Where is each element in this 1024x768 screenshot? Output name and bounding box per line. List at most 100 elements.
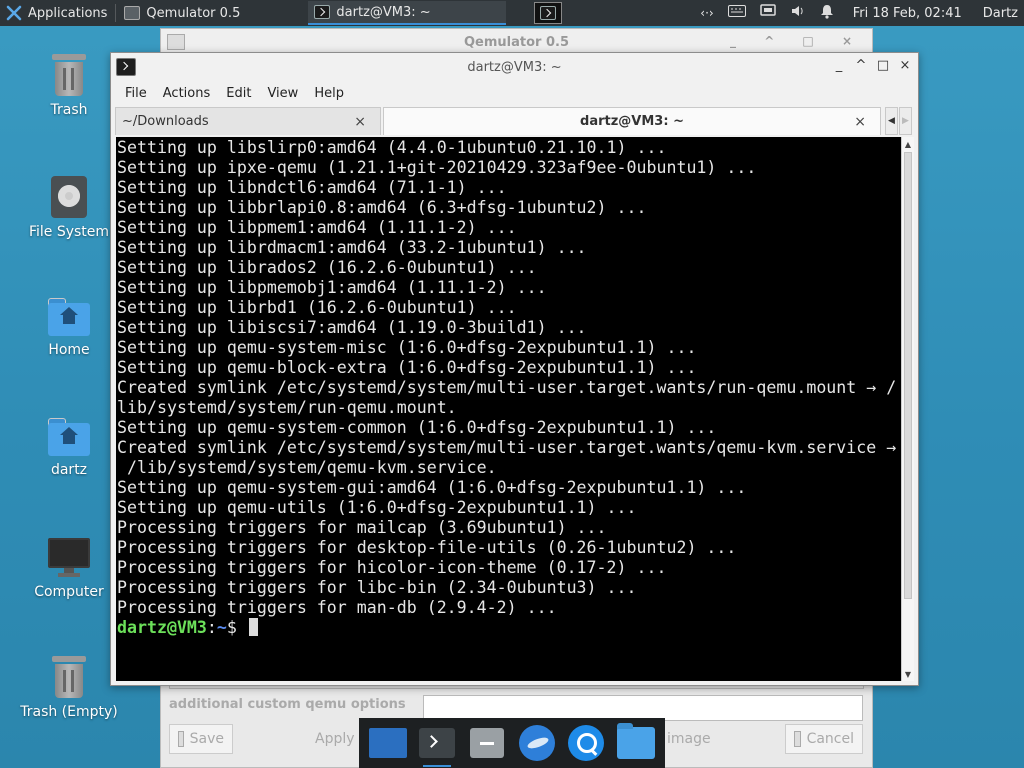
- terminal-line: Setting up qemu-system-common (1:6.0+dfs…: [117, 418, 717, 437]
- tab-close-icon[interactable]: ×: [354, 114, 366, 130]
- network-icon[interactable]: ‹·›: [700, 6, 713, 20]
- web-browser-icon: [518, 725, 555, 761]
- folder-icon: [617, 723, 656, 759]
- scroll-up-icon[interactable]: ▲: [902, 137, 914, 151]
- dock-show-desktop[interactable]: [368, 723, 408, 763]
- shade-button[interactable]: ^: [854, 59, 868, 73]
- desktop-icon-trash[interactable]: Trash: [14, 54, 124, 118]
- system-tray: ‹·› Fri 18 Feb, 02:41 Dartz: [693, 0, 1024, 26]
- terminal-titlebar[interactable]: dartz@VM3: ~ _ ^ □ ×: [111, 53, 918, 81]
- terminal-line: Setting up libbrlapi0.8:amd64 (6.3+dfsg-…: [117, 198, 647, 217]
- terminal-line: Setting up librdmacm1:amd64 (33.2-1ubunt…: [117, 238, 587, 257]
- minimize-button[interactable]: _: [832, 59, 846, 73]
- desktop-icon-dartz[interactable]: dartz: [14, 418, 124, 478]
- app-finder-icon: [568, 725, 605, 761]
- terminal-line: Setting up qemu-utils (1:6.0+dfsg-2expub…: [117, 498, 637, 517]
- tab-close-icon[interactable]: ×: [854, 114, 866, 130]
- user-menu[interactable]: Dartz: [983, 6, 1018, 21]
- home-folder-icon: [48, 298, 90, 336]
- menu-actions[interactable]: Actions: [155, 86, 219, 101]
- applications-label: Applications: [28, 5, 108, 21]
- tab-downloads[interactable]: ~/Downloads ×: [115, 107, 381, 135]
- dock-web-browser[interactable]: [517, 723, 557, 763]
- menu-help[interactable]: Help: [306, 86, 352, 101]
- maximize-button[interactable]: □: [876, 59, 890, 73]
- xfce-logo-icon: [6, 5, 22, 21]
- cancel-label: Cancel: [806, 731, 854, 747]
- dock-terminal[interactable]: [417, 723, 457, 767]
- applications-menu[interactable]: Applications: [0, 0, 113, 26]
- terminal-line: Processing triggers for libc-bin (2.34-0…: [117, 578, 637, 597]
- terminal-line: Setting up librados2 (16.2.6-0ubuntu1) .…: [117, 258, 537, 277]
- desktop-icon-label: Computer: [34, 584, 104, 600]
- terminal-line: Created symlink /etc/systemd/system/mult…: [117, 438, 897, 457]
- terminal-line: Setting up qemu-block-extra (1:6.0+dfsg-…: [117, 358, 697, 377]
- prompt-separator: :: [206, 618, 217, 637]
- dock-file-manager[interactable]: [467, 723, 507, 763]
- scrollbar-thumb[interactable]: [904, 152, 912, 599]
- save-button[interactable]: Save: [169, 724, 233, 754]
- terminal-line: Processing triggers for man-db (2.9.4-2)…: [117, 598, 557, 617]
- terminal-line: Setting up qemu-system-misc (1:6.0+dfsg-…: [117, 338, 697, 357]
- terminal-output[interactable]: Setting up libslirp0:amd64 (4.4.0-1ubunt…: [116, 137, 901, 681]
- notification-bell-icon[interactable]: [820, 4, 834, 23]
- window-title: Qemulator 0.5: [463, 34, 569, 50]
- terminal-window[interactable]: dartz@VM3: ~ _ ^ □ × File Actions Edit V…: [110, 52, 919, 686]
- cancel-button[interactable]: Cancel: [785, 724, 863, 754]
- scroll-down-icon[interactable]: ▼: [902, 667, 914, 681]
- home-folder-icon: [48, 418, 90, 456]
- terminal-lines: Setting up libslirp0:amd64 (4.4.0-1ubunt…: [117, 137, 901, 638]
- top-panel: Applications Qemulator 0.5 dartz@VM3: ~ …: [0, 0, 1024, 26]
- panel-separator: [115, 4, 117, 22]
- trash-icon: [52, 54, 86, 96]
- terminal-line: Setting up libndctl6:amd64 (71.1-1) ...: [117, 178, 507, 197]
- terminal-line: Processing triggers for mailcap (3.69ubu…: [117, 518, 607, 537]
- show-desktop-icon: [368, 728, 407, 758]
- volume-icon[interactable]: [790, 4, 806, 22]
- menu-view[interactable]: View: [259, 86, 306, 101]
- terminal-icon: [314, 5, 331, 19]
- prompt-symbol: $: [226, 618, 247, 637]
- terminal-line: Setting up libslirp0:amd64 (4.4.0-1ubunt…: [117, 138, 667, 157]
- prompt-path: ~: [216, 618, 227, 637]
- task-terminal[interactable]: dartz@VM3: ~: [308, 1, 507, 25]
- trash-icon: [52, 656, 86, 698]
- desktop-icon-computer[interactable]: Computer: [14, 538, 124, 600]
- image-label: image: [667, 731, 711, 747]
- tab-label: dartz@VM3: ~: [580, 114, 684, 129]
- text-cursor: [248, 618, 258, 636]
- tab-label: ~/Downloads: [122, 114, 209, 129]
- close-button[interactable]: ×: [898, 59, 912, 73]
- image-button[interactable]: image: [659, 724, 729, 754]
- apply-button[interactable]: Apply: [307, 724, 359, 754]
- desktop-icon-home[interactable]: Home: [14, 298, 124, 358]
- desktop-icon-file-system[interactable]: File System: [14, 176, 124, 240]
- tab-scroll-left-icon[interactable]: ◀: [885, 107, 898, 135]
- qemulator-icon: [124, 6, 141, 20]
- task-qemulator[interactable]: Qemulator 0.5: [118, 1, 308, 25]
- tab-dartz-vm3[interactable]: dartz@VM3: ~ ×: [383, 107, 881, 135]
- tab-bar: ~/Downloads × dartz@VM3: ~ × ◀ ▶: [111, 105, 918, 135]
- display-icon[interactable]: [759, 4, 776, 22]
- dock-app-finder[interactable]: [566, 723, 606, 763]
- prompt-user-host: dartz@VM3: [117, 618, 207, 637]
- save-label: Save: [189, 731, 224, 747]
- apply-label: Apply: [315, 731, 355, 747]
- shell-prompt[interactable]: dartz@VM3:~$: [117, 618, 901, 638]
- terminal-scrollbar[interactable]: ▲ ▼: [901, 137, 914, 681]
- menu-file[interactable]: File: [117, 86, 155, 101]
- tab-scroll-right-icon[interactable]: ▶: [899, 107, 912, 135]
- task-label: Qemulator 0.5: [146, 5, 241, 21]
- terminal-line: Setting up libpmem1:amd64 (1.11.1-2) ...: [117, 218, 517, 237]
- save-icon: [178, 731, 184, 747]
- desktop-icon-trash-empty[interactable]: Trash (Empty): [14, 656, 124, 720]
- workspace-pager[interactable]: [534, 2, 563, 24]
- file-manager-icon: [470, 728, 505, 758]
- menu-edit[interactable]: Edit: [218, 86, 259, 101]
- terminal-line: /lib/systemd/system/qemu-kvm.service.: [117, 458, 497, 477]
- window-controls[interactable]: _ ^ □ ×: [730, 34, 864, 48]
- cancel-icon: [794, 731, 801, 747]
- clock[interactable]: Fri 18 Feb, 02:41: [853, 6, 962, 21]
- dock-folder[interactable]: [616, 723, 656, 763]
- keyboard-icon[interactable]: [727, 5, 746, 21]
